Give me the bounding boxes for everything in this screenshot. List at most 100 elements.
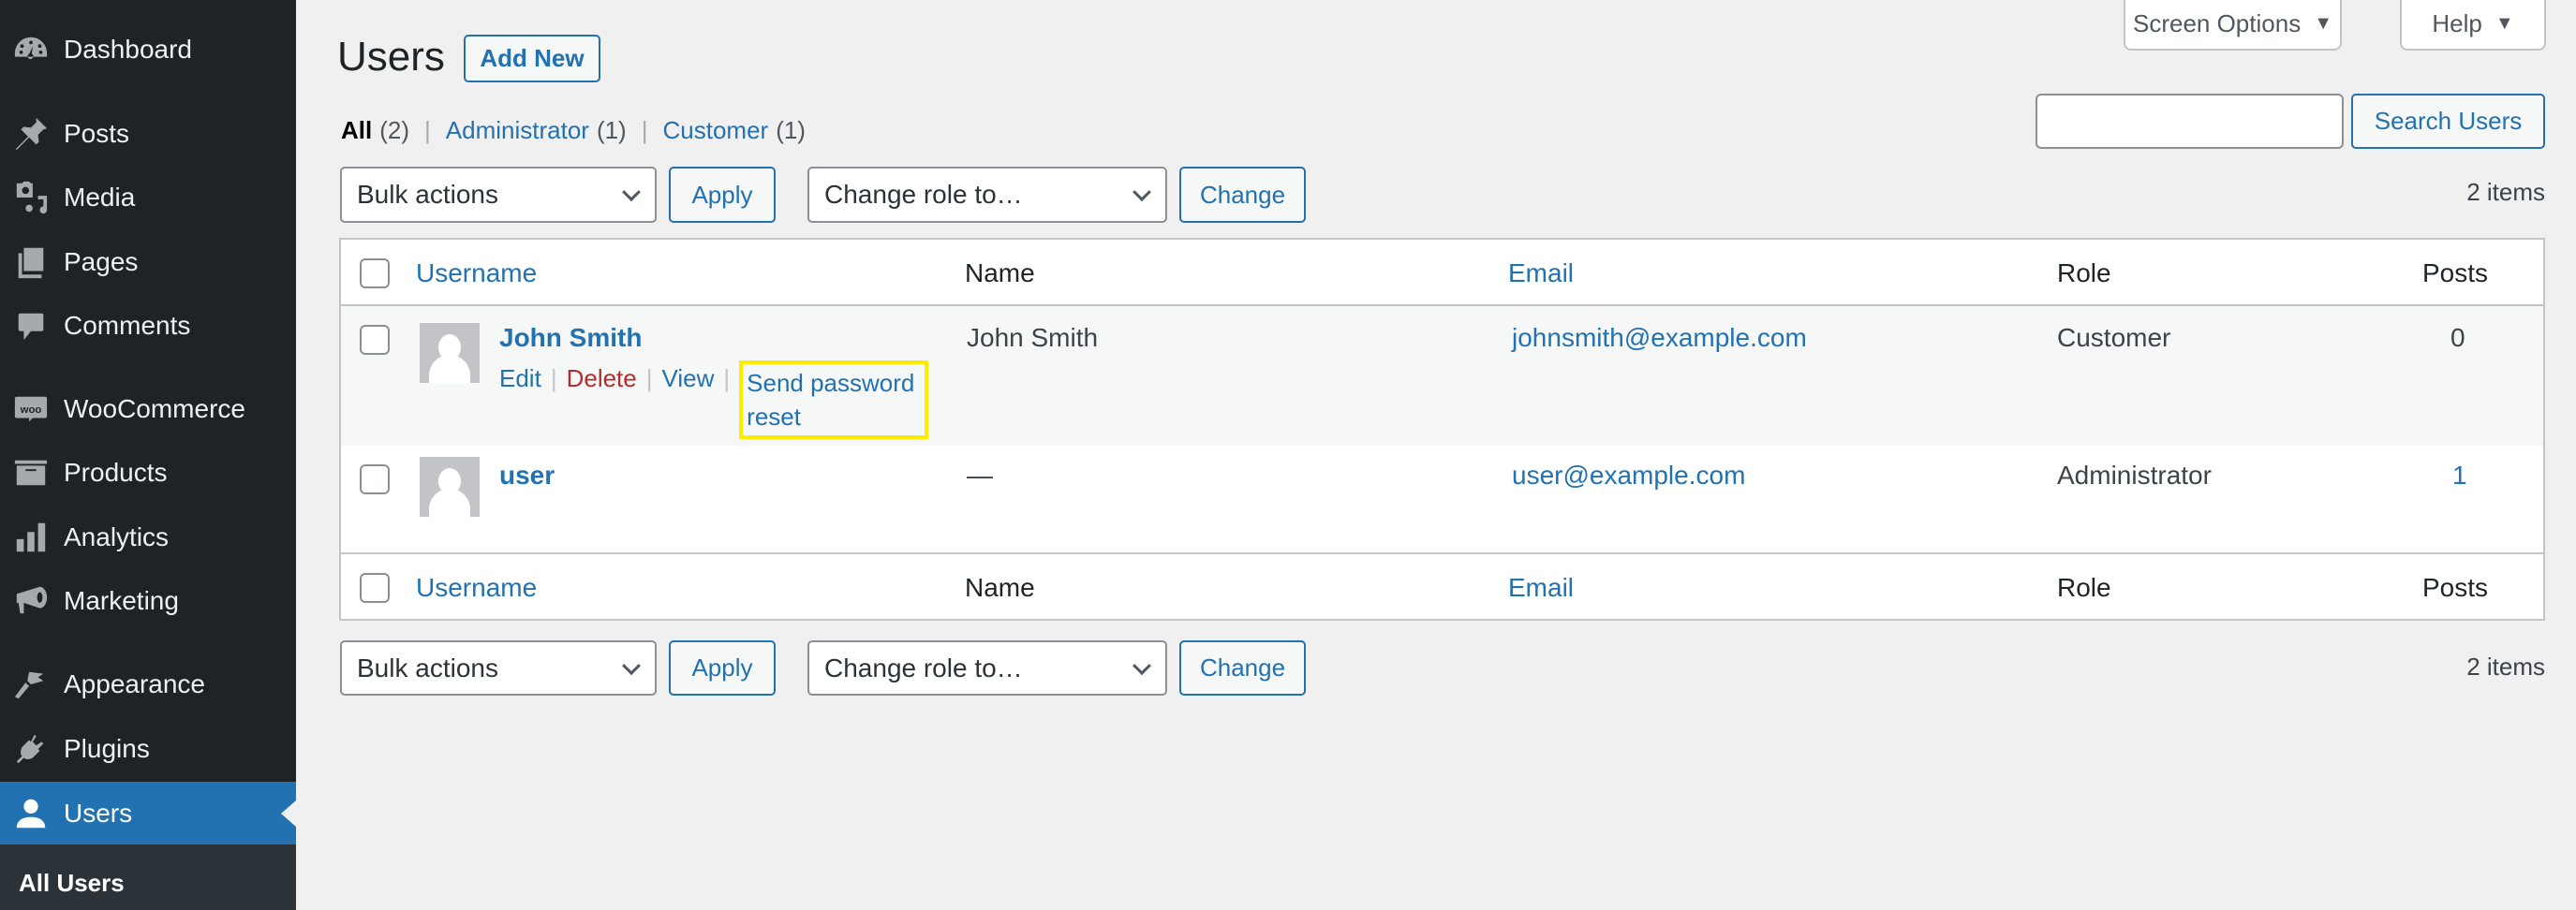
column-footer-posts: Posts: [2422, 573, 2489, 602]
search-users-button[interactable]: Search Users: [2351, 94, 2545, 149]
items-count-bottom: 2 items: [2466, 653, 2545, 681]
sidebar-item-label: Pages: [64, 247, 139, 276]
media-icon: [9, 179, 52, 216]
column-footer-name: Name: [965, 573, 1035, 602]
sidebar-item-label: Products: [64, 458, 168, 487]
bulk-actions-select-top[interactable]: Bulk actions: [340, 167, 657, 223]
change-role-select-bottom[interactable]: Change role to…: [807, 640, 1167, 696]
action-separator: |: [645, 364, 653, 392]
screen-options-label: Screen Options: [2132, 8, 2302, 37]
posts-count: 0: [2450, 323, 2465, 352]
email-link[interactable]: johnsmith@example.com: [1512, 323, 1807, 353]
username-link[interactable]: John Smith: [499, 323, 642, 353]
filter-customer[interactable]: Customer (1): [662, 116, 805, 145]
chevron-down-icon: [622, 183, 641, 202]
delete-link[interactable]: Delete: [567, 364, 637, 393]
sidebar-item-label: Media: [64, 183, 136, 212]
filter-separator: |: [424, 116, 431, 144]
help-label: Help: [2432, 8, 2482, 37]
table-row: John Smith Edit | Delete | View | Send p…: [341, 306, 2543, 446]
sidebar-item-analytics[interactable]: Analytics: [0, 509, 296, 565]
row-checkbox[interactable]: [360, 325, 390, 355]
svg-text:woo: woo: [20, 404, 42, 416]
sidebar-item-products[interactable]: Products: [0, 445, 296, 501]
edit-link[interactable]: Edit: [499, 364, 541, 393]
sidebar-item-pages[interactable]: Pages: [0, 234, 296, 290]
posts-count-link[interactable]: 1: [2452, 461, 2467, 491]
filter-all[interactable]: All (2): [341, 116, 409, 145]
row-actions: Edit | Delete | View | Send password res…: [499, 360, 929, 439]
sidebar-item-posts[interactable]: Posts: [0, 106, 296, 162]
apply-button-top[interactable]: Apply: [669, 167, 776, 223]
pin-icon: [9, 115, 52, 153]
submenu-item-all-users[interactable]: All Users: [19, 869, 125, 898]
admin-sidebar: Dashboard Posts Media Pages Comments woo…: [0, 0, 296, 910]
bulk-actions-value: Bulk actions: [357, 653, 498, 682]
caret-down-icon: ▼: [2314, 12, 2332, 34]
sidebar-item-woocommerce[interactable]: woo WooCommerce: [0, 381, 296, 437]
caret-down-icon: ▼: [2495, 12, 2514, 34]
table-footer-row: Username Name Email Role Posts: [341, 552, 2543, 619]
column-header-username[interactable]: Username: [416, 258, 537, 288]
column-header-name: Name: [965, 258, 1035, 287]
sidebar-item-plugins[interactable]: Plugins: [0, 721, 296, 777]
page-title: Users: [337, 34, 445, 80]
action-separator: |: [550, 364, 557, 392]
change-button-top[interactable]: Change: [1179, 167, 1306, 223]
column-footer-email[interactable]: Email: [1508, 573, 1574, 603]
role-cell: Customer: [2057, 323, 2171, 352]
view-link[interactable]: View: [662, 364, 715, 393]
woo-icon: woo: [9, 390, 52, 428]
sidebar-item-media[interactable]: Media: [0, 169, 296, 226]
email-link[interactable]: user@example.com: [1512, 461, 1745, 491]
sidebar-item-dashboard[interactable]: Dashboard: [0, 22, 296, 78]
sidebar-item-users[interactable]: Users: [0, 782, 296, 845]
bulk-actions-select-bottom[interactable]: Bulk actions: [340, 640, 657, 696]
filter-administrator[interactable]: Administrator (1): [446, 116, 627, 145]
table-row: user — user@example.com Administrator 1: [341, 446, 2543, 552]
sidebar-item-label: Dashboard: [64, 35, 192, 64]
items-count-top: 2 items: [2466, 178, 2545, 206]
name-cell: —: [967, 461, 993, 490]
sidebar-item-label: Comments: [64, 311, 191, 340]
bar-chart-icon: [9, 519, 52, 556]
sidebar-item-label: Marketing: [64, 586, 179, 615]
select-all-checkbox-footer[interactable]: [360, 573, 390, 603]
screen-options-button[interactable]: Screen Options ▼: [2124, 0, 2342, 51]
sidebar-item-appearance[interactable]: Appearance: [0, 656, 296, 712]
filter-label[interactable]: Customer: [662, 116, 768, 144]
filter-count: (1): [596, 116, 627, 144]
select-all-checkbox[interactable]: [360, 258, 390, 288]
change-role-value: Change role to…: [824, 180, 1023, 209]
dashboard-icon: [9, 31, 52, 68]
change-role-select-top[interactable]: Change role to…: [807, 167, 1167, 223]
column-header-posts: Posts: [2422, 258, 2489, 287]
sidebar-item-label: Analytics: [64, 522, 170, 551]
column-footer-username[interactable]: Username: [416, 573, 537, 603]
change-role-value: Change role to…: [824, 653, 1023, 682]
filter-label[interactable]: Administrator: [446, 116, 589, 144]
apply-button-bottom[interactable]: Apply: [669, 640, 776, 696]
avatar: [420, 323, 480, 383]
username-link[interactable]: user: [499, 461, 555, 491]
add-new-button[interactable]: Add New: [464, 35, 600, 82]
role-cell: Administrator: [2057, 461, 2212, 490]
sidebar-item-comments[interactable]: Comments: [0, 298, 296, 354]
change-button-bottom[interactable]: Change: [1179, 640, 1306, 696]
sidebar-item-marketing[interactable]: Marketing: [0, 573, 296, 629]
role-filters: All (2) | Administrator (1) | Customer (1): [341, 116, 806, 145]
chevron-down-icon: [622, 655, 641, 675]
row-checkbox[interactable]: [360, 464, 390, 494]
users-table: Username Name Email Role Posts John Smit…: [339, 238, 2545, 621]
user-icon: [9, 795, 52, 832]
table-header-row: Username Name Email Role Posts: [341, 240, 2543, 306]
filter-count: (1): [776, 116, 806, 144]
help-button[interactable]: Help ▼: [2400, 0, 2546, 51]
action-separator: |: [723, 364, 731, 392]
column-header-email[interactable]: Email: [1508, 258, 1574, 288]
send-password-reset-link[interactable]: Send password reset: [739, 360, 929, 439]
name-cell: John Smith: [967, 323, 1099, 352]
search-input[interactable]: [2036, 94, 2344, 149]
comment-icon: [9, 307, 52, 345]
filter-count: (2): [379, 116, 410, 144]
